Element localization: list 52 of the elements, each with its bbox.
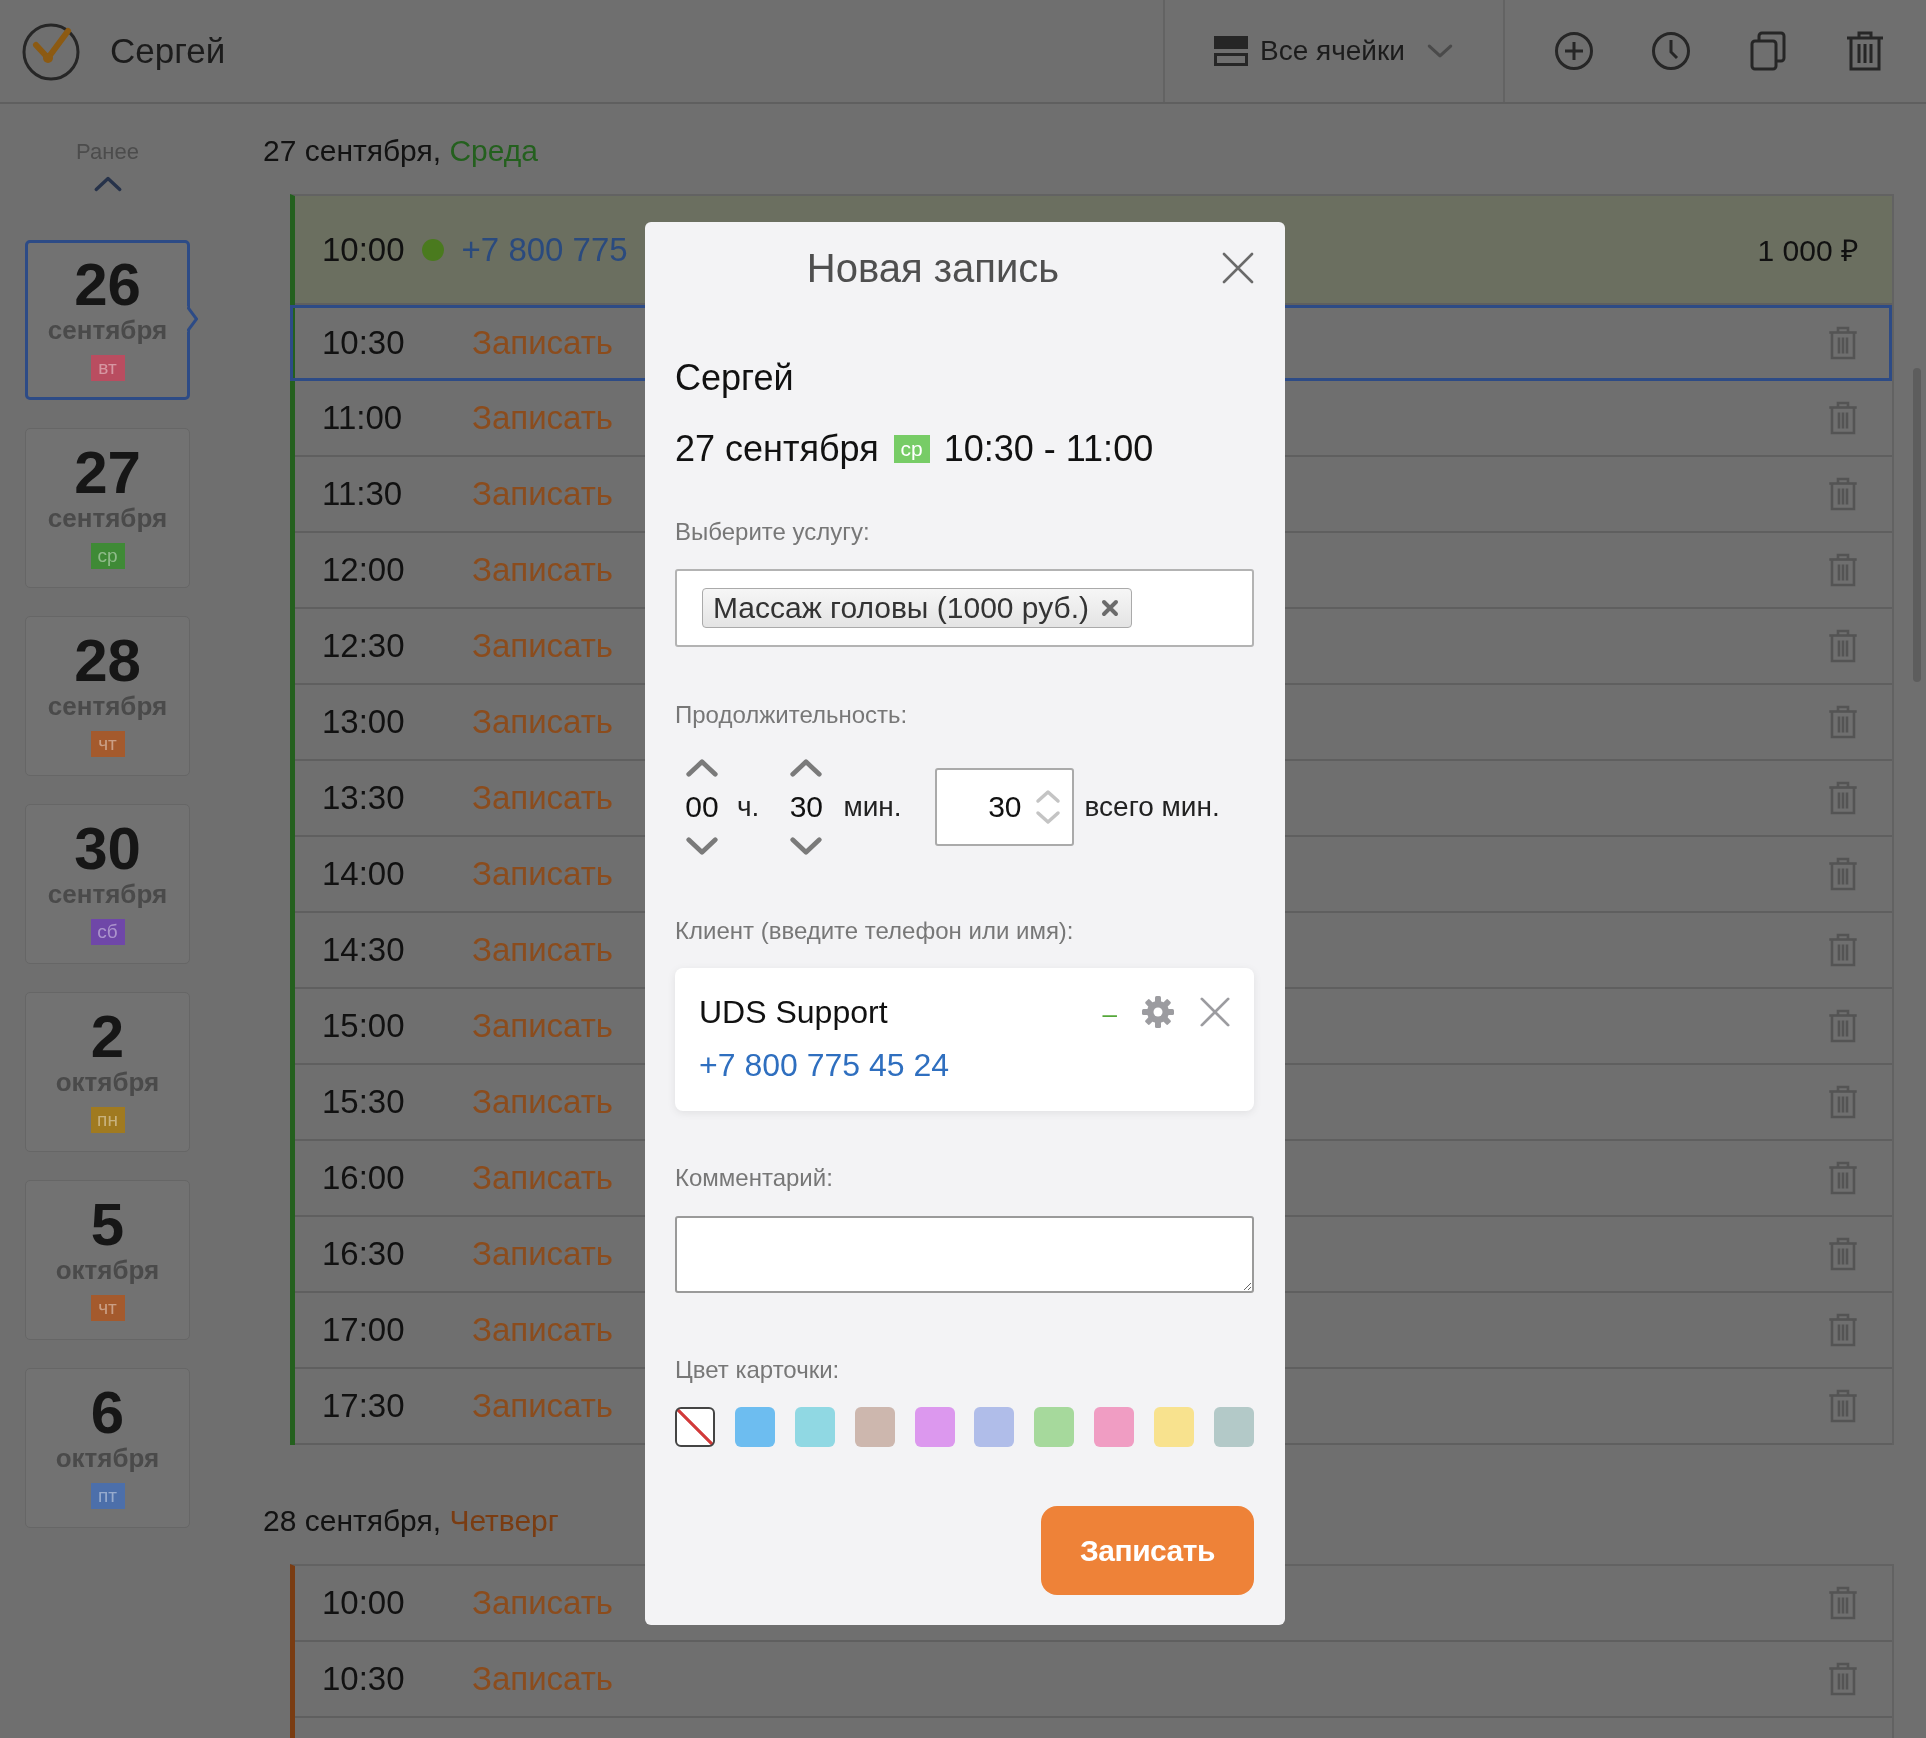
price-text: 1 000 ₽ <box>1757 233 1858 269</box>
section-weekday: Среда <box>449 134 538 167</box>
slot-time: 14:00 <box>322 855 406 893</box>
slot-time: 11:00 <box>322 399 404 437</box>
slot-time: 10:00 <box>322 1584 406 1622</box>
section-date: 27 сентября, <box>263 134 442 167</box>
client-status: – <box>1102 998 1117 1031</box>
dialog-title: Новая запись <box>805 245 1061 292</box>
weekday-badge: чт <box>90 731 125 757</box>
slot-time: 10:00 <box>322 230 405 269</box>
weekday-badge: пт <box>90 1483 125 1509</box>
slot-time: 16:30 <box>322 1235 406 1273</box>
day-number: 5 <box>90 1195 125 1255</box>
slot-time: 13:00 <box>322 703 406 741</box>
weekday-badge: чт <box>90 1295 125 1321</box>
slot-time: 14:30 <box>322 931 406 969</box>
slot-time: 10:30 <box>322 324 406 362</box>
user-name: Сергей <box>110 30 226 72</box>
day-number: 28 <box>74 631 141 691</box>
slot-time: 11:30 <box>322 475 404 513</box>
slot-time: 17:00 <box>322 1311 406 1349</box>
day-number: 30 <box>74 819 141 879</box>
slot-time: 12:00 <box>322 551 406 589</box>
weekday-badge: пн <box>90 1107 125 1133</box>
minutes-unit: мин. <box>843 791 902 823</box>
hours-unit: ч. <box>737 791 760 823</box>
weekday-badge: ср <box>90 543 125 569</box>
field-label: Продолжительность: <box>675 700 909 730</box>
hours-value: 00 <box>685 789 719 825</box>
slot-time: 17:30 <box>322 1387 406 1425</box>
weekday-badge: сб <box>90 919 125 945</box>
slot-time: 15:00 <box>322 1007 406 1045</box>
day-number: 26 <box>74 255 141 315</box>
weekday-badge: вт <box>90 355 125 381</box>
day-number: 6 <box>90 1383 125 1443</box>
field-label: Комментарий: <box>675 1163 834 1193</box>
slot-time: 10:30 <box>322 1660 406 1698</box>
slot-time: 16:00 <box>322 1159 406 1197</box>
client-name: UDS Support <box>699 993 889 1032</box>
slot-time: 12:30 <box>322 627 406 665</box>
minutes-value: 30 <box>789 789 824 825</box>
slot-time: 15:30 <box>322 1083 406 1121</box>
day-number: 27 <box>74 443 141 503</box>
service-tag-label: Массаж головы (1000 руб.) <box>713 591 1090 625</box>
total-minutes-unit: всего мин. <box>1084 791 1220 823</box>
day-number: 2 <box>90 1007 125 1067</box>
section-date: 28 сентября, <box>263 1504 442 1537</box>
field-label: Клиент (введите телефон или имя): <box>675 916 1075 946</box>
section-weekday: Четверг <box>449 1504 559 1537</box>
master-name: Сергей <box>675 356 795 400</box>
slot-time: 13:30 <box>322 779 406 817</box>
weekday-badge: ср <box>893 435 930 463</box>
